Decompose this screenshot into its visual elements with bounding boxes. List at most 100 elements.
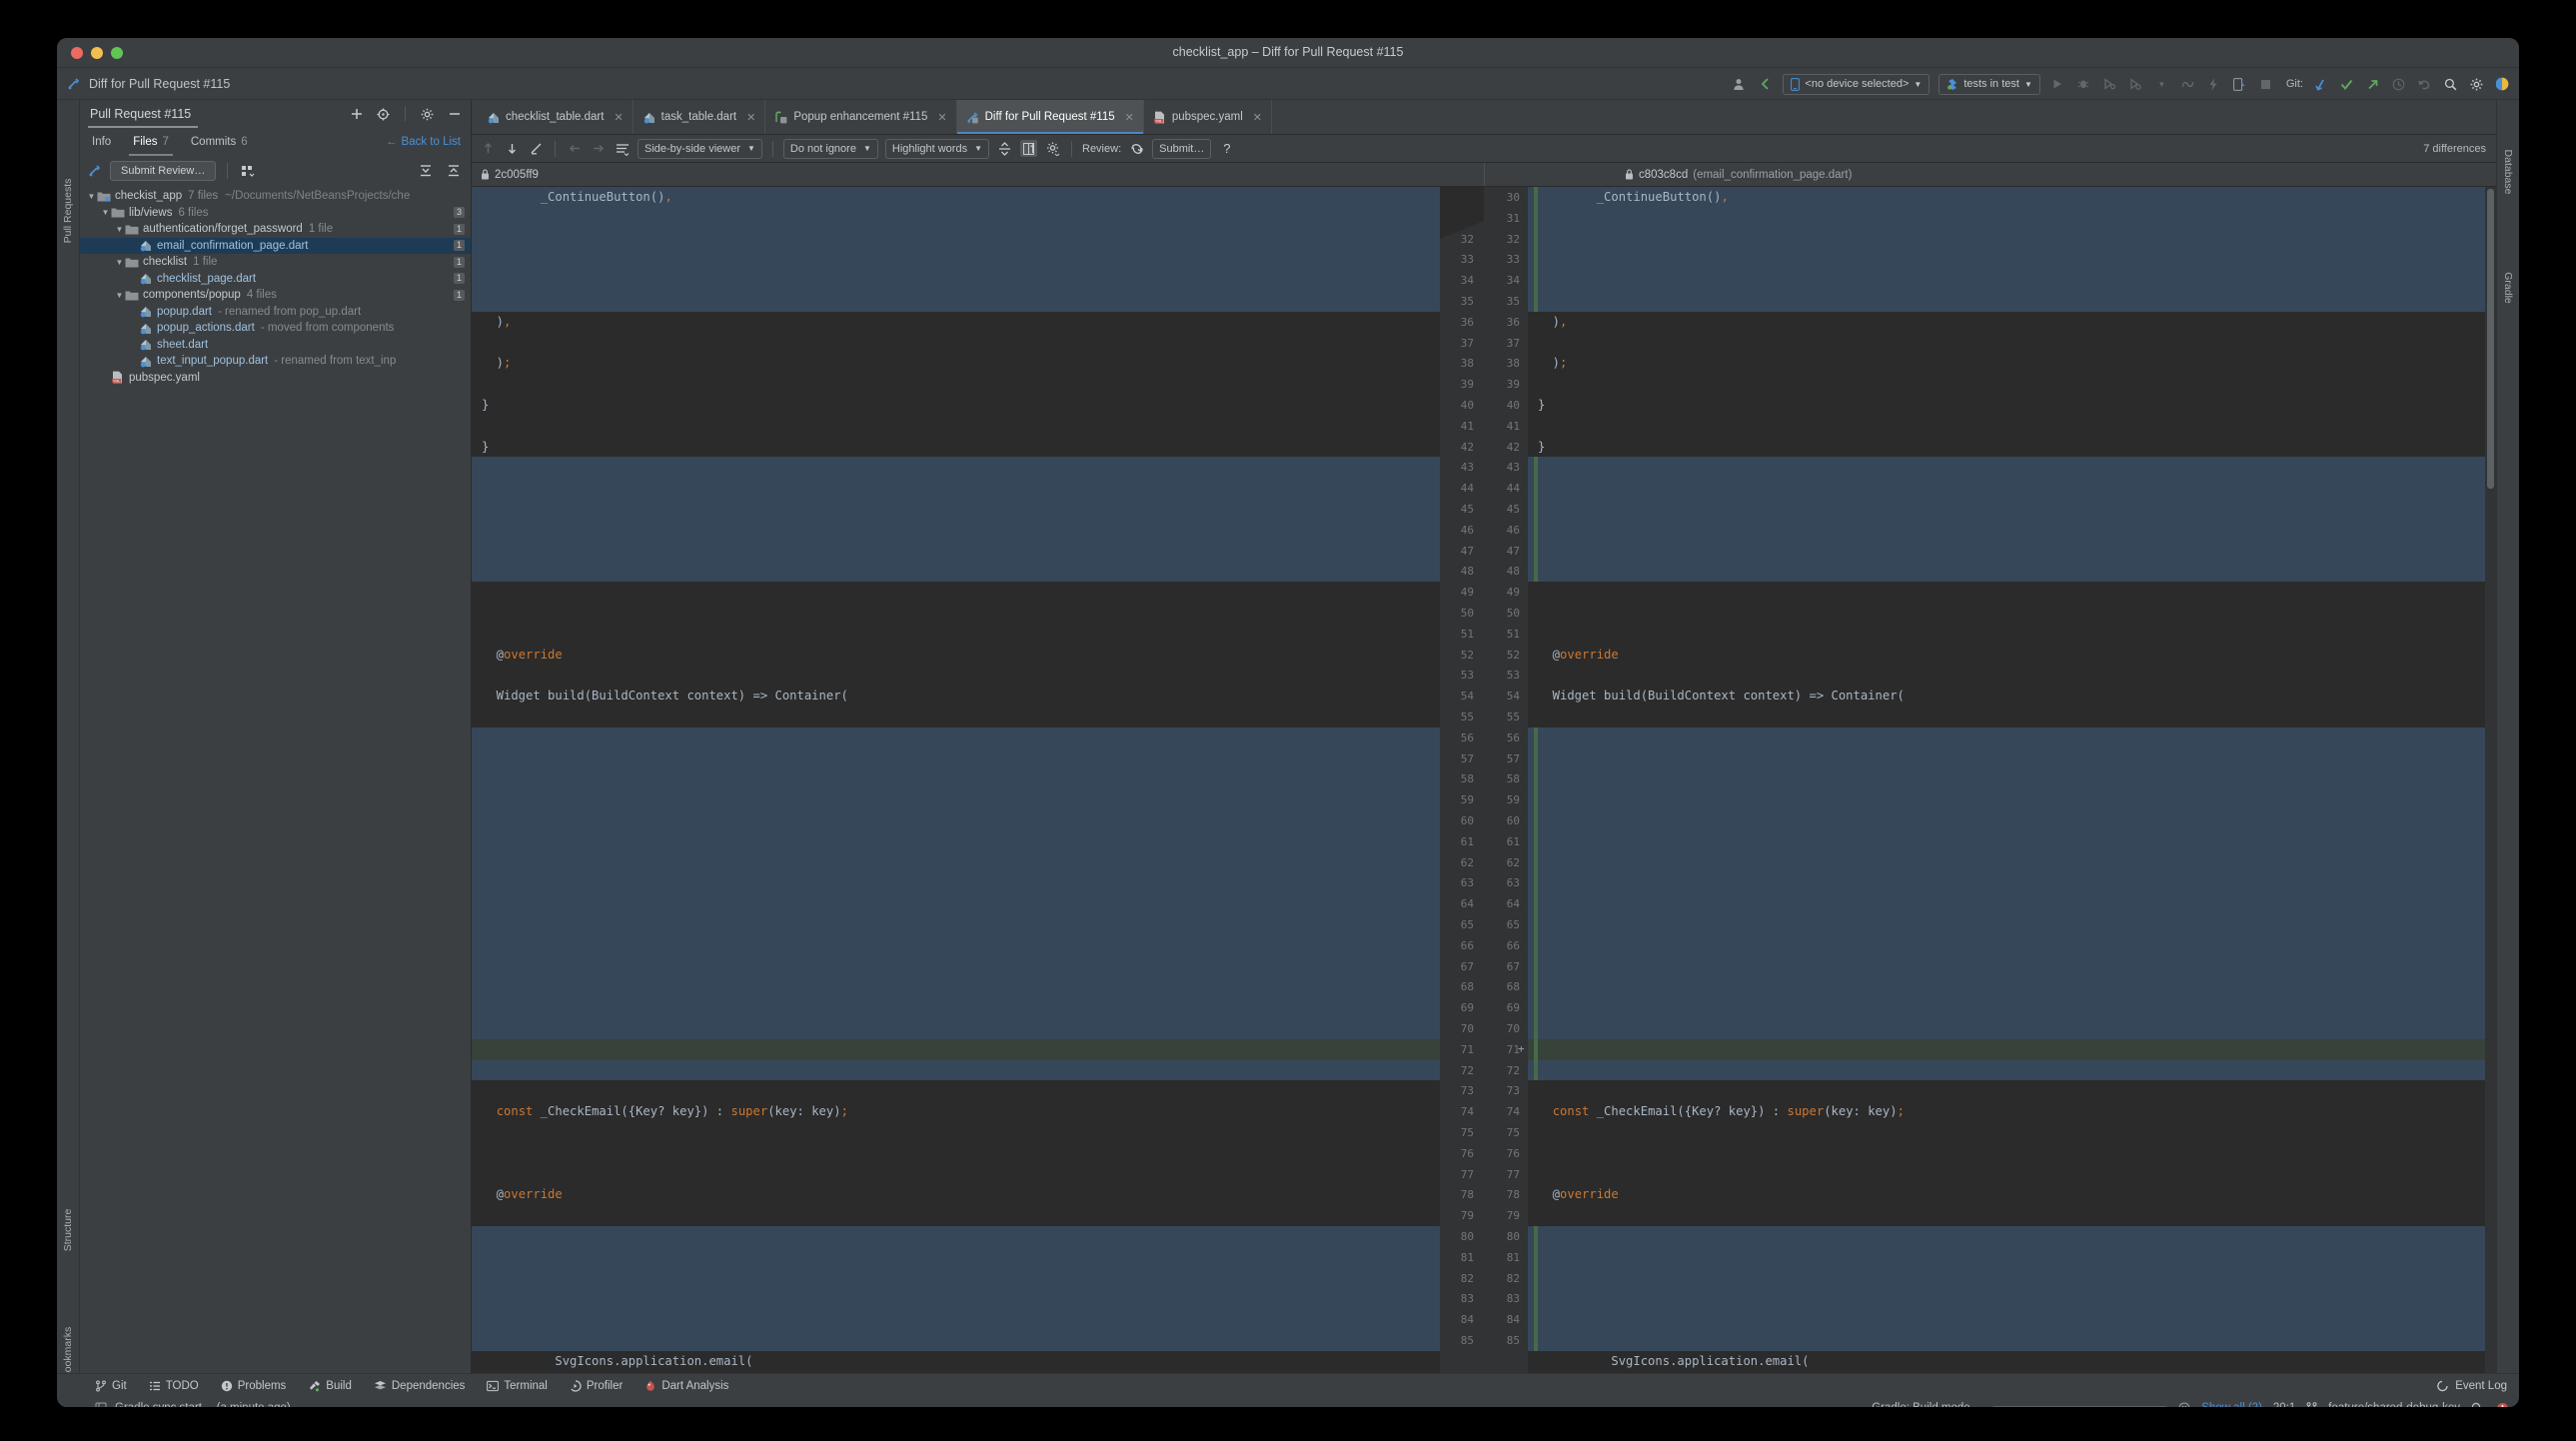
ignore-policy-select[interactable]: Do not ignore ▼ — [783, 139, 878, 159]
code-line[interactable]: Widget build(BuildContext context) => Co… — [1528, 686, 2496, 707]
tree-row[interactable]: ▼checkist_app7 files~/Documents/NetBeans… — [80, 188, 471, 205]
apply-right-icon[interactable] — [590, 140, 607, 157]
pr-file-tree[interactable]: ▼checkist_app7 files~/Documents/NetBeans… — [80, 186, 471, 1373]
left-diff-pane[interactable]: _ContinueButton(), ], ), ), );}}class _C… — [472, 187, 1484, 1373]
close-icon[interactable]: ✕ — [746, 111, 755, 124]
rail-item-pull-requests[interactable]: Pull Requests — [62, 179, 74, 244]
gear-icon[interactable] — [2468, 76, 2485, 93]
code-line[interactable]: _ContinueButton(), — [472, 187, 1484, 208]
diff-pr-icon[interactable] — [88, 164, 102, 178]
chevron-down-icon[interactable]: ▼ — [86, 192, 97, 201]
refresh-review-icon[interactable] — [1128, 140, 1145, 157]
event-log-button[interactable]: Event Log — [2437, 1380, 2507, 1392]
code-line[interactable]: @override — [472, 645, 1484, 666]
problems-indicator-icon[interactable] — [2496, 1402, 2509, 1408]
left-gutter[interactable]: 3031323334353637383940414243444546474849… — [1440, 187, 1484, 1373]
code-line[interactable]: SvgIcons.application.email( — [472, 1351, 1484, 1372]
editor-tab[interactable]: YMLpubspec.yaml✕ — [1144, 100, 1272, 134]
editor-tab[interactable]: Diff for Pull Request #115✕ — [957, 100, 1144, 134]
tab-commits[interactable]: Commits 6 — [191, 128, 248, 156]
code-line[interactable]: } — [1528, 395, 2496, 416]
code-line[interactable]: _ContinueButton(), — [1528, 187, 2496, 208]
code-line[interactable] — [472, 603, 1484, 624]
tree-row[interactable]: email_confirmation_page.dart1 — [80, 238, 471, 255]
rail-item-structure[interactable]: Structure — [62, 1209, 74, 1252]
rail-item-database[interactable]: Database — [2502, 150, 2514, 195]
close-icon[interactable]: ✕ — [937, 111, 946, 124]
close-icon[interactable]: ✕ — [614, 111, 623, 124]
git-history-icon[interactable] — [2390, 76, 2407, 93]
scrollbar-thumb[interactable] — [2487, 189, 2494, 489]
editor-tab[interactable]: Popup enhancement #115✕ — [765, 100, 956, 134]
tool-window-terminal[interactable]: Terminal — [487, 1380, 547, 1392]
editor-tab-bar[interactable]: checklist_table.dart✕task_table.dart✕Pop… — [472, 100, 2496, 135]
back-arrow-icon[interactable] — [1757, 76, 1774, 93]
tree-row[interactable]: popup.dart- renamed from pop_up.dart — [80, 304, 471, 321]
run-icon[interactable] — [2049, 76, 2066, 93]
tool-window-dart-analysis[interactable]: Dart Analysis — [644, 1380, 728, 1392]
tab-files[interactable]: Files 7 — [133, 128, 169, 156]
previous-difference-icon[interactable] — [480, 140, 497, 157]
next-difference-icon[interactable] — [504, 140, 521, 157]
code-line[interactable] — [1528, 603, 2496, 624]
tree-row[interactable]: ▼authentication/forget_password1 file1 — [80, 221, 471, 238]
rail-item-gradle[interactable]: Gradle — [2502, 272, 2514, 304]
chevron-down-icon[interactable]: ▼ — [2153, 76, 2170, 93]
right-gutter[interactable]: 3031323334353637383940414243444546474849… — [1484, 187, 1528, 1373]
collapse-all-icon[interactable] — [445, 163, 462, 180]
code-line[interactable]: } — [472, 395, 1484, 416]
tool-window-dependencies[interactable]: Dependencies — [374, 1380, 466, 1392]
search-icon[interactable] — [2442, 76, 2459, 93]
chevron-down-icon[interactable]: ▼ — [114, 258, 125, 267]
cancel-task-icon[interactable] — [2178, 1402, 2190, 1407]
code-line[interactable]: SvgIcons.application.email( — [1528, 1351, 2496, 1372]
code-line[interactable] — [472, 1143, 1484, 1164]
back-to-list-link[interactable]: ← Back to List — [386, 136, 461, 148]
git-rollback-icon[interactable] — [2416, 76, 2433, 93]
tool-window-profiler[interactable]: Profiler — [570, 1380, 623, 1392]
close-icon[interactable]: ✕ — [1125, 111, 1134, 124]
tree-row[interactable]: text_input_popup.dart- renamed from text… — [80, 353, 471, 370]
tree-row[interactable]: popup_actions.dart- moved from component… — [80, 320, 471, 337]
debug-icon[interactable] — [2075, 76, 2092, 93]
tree-row[interactable]: ▼lib/views6 files3 — [80, 205, 471, 222]
hide-panel-icon[interactable] — [446, 106, 463, 123]
add-icon[interactable] — [348, 106, 365, 123]
tree-row[interactable]: ▼checklist1 file1 — [80, 254, 471, 271]
toggle-gutter-icon[interactable] — [1020, 140, 1037, 157]
vertical-scrollbar[interactable] — [2485, 187, 2496, 1373]
diff-settings-gear-icon[interactable] — [1044, 140, 1061, 157]
submit-button[interactable]: Submit… — [1152, 139, 1211, 159]
editor-tab[interactable]: task_table.dart✕ — [634, 100, 766, 134]
code-line[interactable]: } — [1528, 437, 2496, 458]
tree-row[interactable]: ▼components/popup4 files1 — [80, 287, 471, 304]
editor-tab[interactable]: checklist_table.dart✕ — [478, 100, 634, 134]
highlight-mode-select[interactable]: Highlight words ▼ — [885, 139, 989, 159]
tool-window-problems[interactable]: Problems — [221, 1380, 287, 1392]
show-all-link[interactable]: Show all (2) — [2201, 1402, 2262, 1407]
close-icon[interactable]: ✕ — [1253, 111, 1262, 124]
apply-left-icon[interactable] — [566, 140, 583, 157]
code-line[interactable]: } — [472, 437, 1484, 458]
hot-reload-icon[interactable] — [2179, 76, 2196, 93]
code-line[interactable]: const _CheckEmail({Key? key}) : super(ke… — [472, 1101, 1484, 1122]
tool-window-bar[interactable]: GitTODOProblemsBuildDependenciesTerminal… — [57, 1373, 2519, 1397]
device-selector[interactable]: <no device selected> ▼ — [1783, 74, 1930, 95]
background-tasks-icon[interactable] — [2471, 1402, 2485, 1408]
edit-source-icon[interactable] — [528, 140, 545, 157]
code-line[interactable]: Widget build(BuildContext context) => Co… — [472, 686, 1484, 707]
notifications-icon[interactable] — [2494, 76, 2511, 93]
code-line[interactable]: ), — [1528, 312, 2496, 333]
tool-window-git[interactable]: Git — [95, 1380, 127, 1392]
git-commit-icon[interactable] — [2338, 76, 2355, 93]
viewer-mode-select[interactable]: Side-by-side viewer ▼ — [638, 139, 762, 159]
diff-options-icon[interactable] — [614, 140, 631, 157]
code-line[interactable]: @override — [472, 1184, 1484, 1205]
help-icon[interactable]: ? — [1218, 140, 1235, 157]
caret-position[interactable]: 20:1 — [2273, 1402, 2295, 1407]
group-by-icon[interactable] — [239, 163, 256, 180]
code-line[interactable]: @override — [1528, 645, 2496, 666]
hot-restart-icon[interactable] — [2205, 76, 2222, 93]
profile-run-icon[interactable] — [2127, 76, 2144, 93]
chevron-down-icon[interactable]: ▼ — [114, 225, 125, 234]
